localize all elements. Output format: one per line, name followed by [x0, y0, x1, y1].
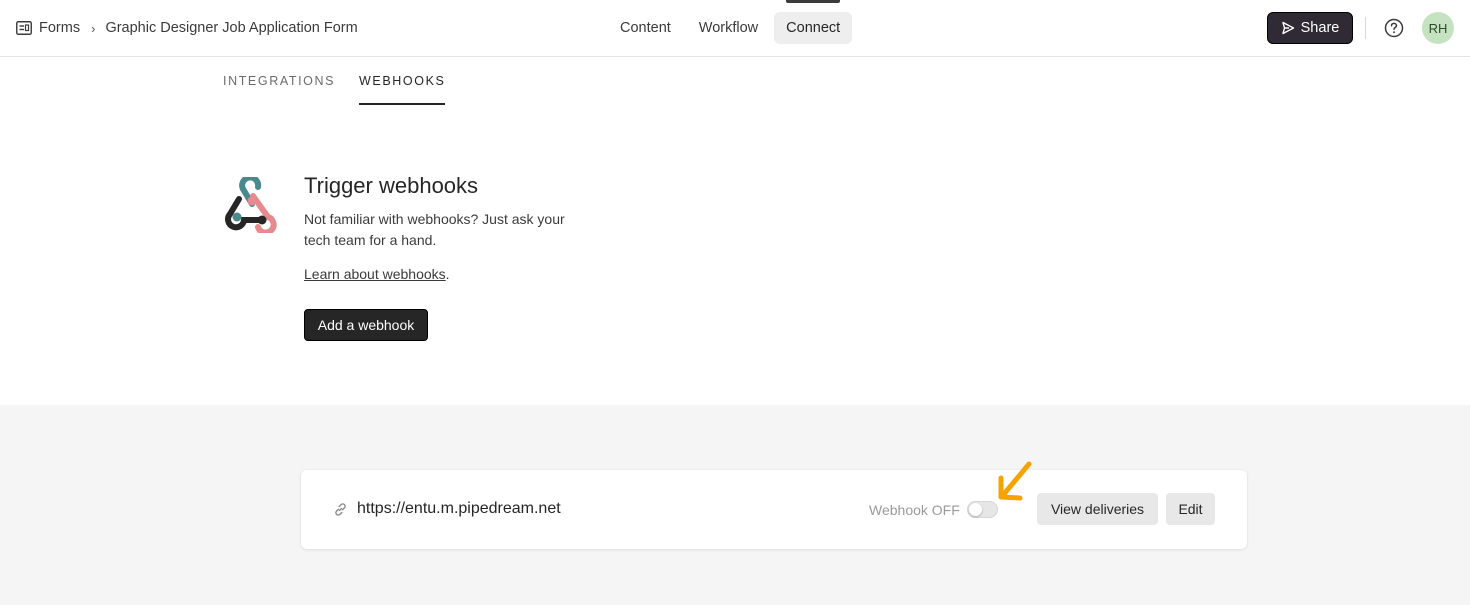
view-deliveries-button[interactable]: View deliveries: [1037, 493, 1158, 525]
breadcrumb-current: Graphic Designer Job Application Form: [105, 20, 358, 36]
hero-learn: Learn about webhooks.: [304, 266, 450, 282]
tab-content[interactable]: Content: [608, 12, 683, 44]
subtab-webhooks[interactable]: WEBHOOKS: [359, 74, 446, 105]
tab-connect[interactable]: Connect: [774, 0, 853, 44]
subtab-integrations[interactable]: INTEGRATIONS: [223, 74, 335, 105]
main-nav: Content Workflow Connect: [608, 0, 856, 44]
avatar[interactable]: RH: [1422, 12, 1454, 44]
edit-button[interactable]: Edit: [1166, 493, 1215, 525]
webhook-icon: [225, 177, 277, 233]
header-divider: [1365, 17, 1366, 39]
share-label: Share: [1300, 20, 1340, 36]
breadcrumb: Forms › Graphic Designer Job Application…: [16, 0, 358, 56]
hero-title: Trigger webhooks: [304, 173, 479, 198]
help-circle-icon[interactable]: [1383, 17, 1405, 39]
share-button[interactable]: Share: [1267, 12, 1353, 44]
send-icon: [1281, 21, 1294, 35]
link-icon: [335, 503, 346, 516]
breadcrumb-separator: ›: [91, 20, 96, 36]
forms-icon: [16, 21, 32, 35]
webhook-url: https://entu.m.pipedream.net: [357, 500, 561, 517]
top-bar: Forms › Graphic Designer Job Application…: [0, 0, 1470, 57]
breadcrumb-forms-link[interactable]: Forms: [39, 20, 80, 36]
orange-arrow-icon: [998, 461, 1032, 501]
add-webhook-button[interactable]: Add a webhook: [304, 309, 428, 341]
toggle-knob: [969, 503, 982, 516]
learn-about-webhooks-link[interactable]: Learn about webhooks: [304, 266, 446, 282]
hero-description: Not familiar with webhooks? Just ask you…: [304, 211, 565, 248]
tab-workflow[interactable]: Workflow: [687, 12, 770, 44]
learn-suffix: .: [445, 266, 450, 282]
webhook-status-label: Webhook OFF: [869, 502, 960, 518]
connect-subtabs: INTEGRATIONS WEBHOOKS: [223, 74, 469, 105]
